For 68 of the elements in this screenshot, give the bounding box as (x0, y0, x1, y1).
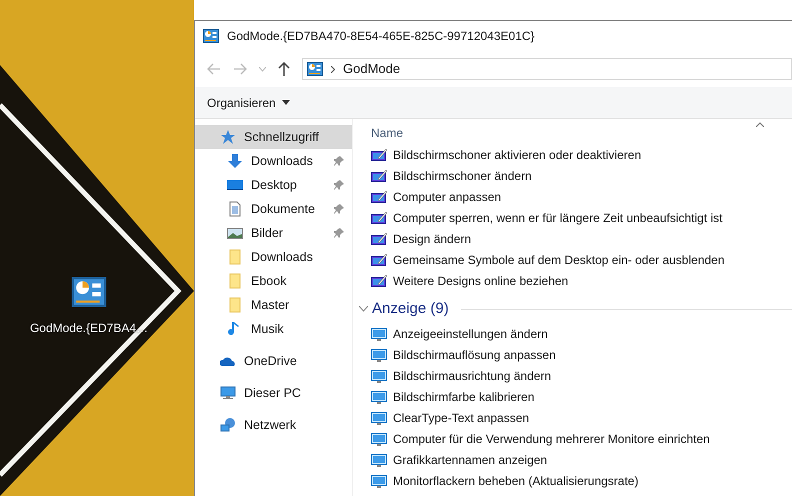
nav-item[interactable]: Desktop (195, 173, 352, 197)
nav-item[interactable]: Ebook (195, 269, 352, 293)
back-arrow-icon[interactable] (207, 63, 221, 75)
control-panel-icon (307, 62, 323, 76)
network-icon (220, 417, 236, 433)
nav-item[interactable]: Dokumente (195, 197, 352, 221)
nav-item[interactable]: Bilder (195, 221, 352, 245)
monitor-brush-icon (371, 210, 387, 224)
list-item[interactable]: Bildschirmfarbe kalibrieren (371, 386, 792, 407)
monitor-icon (371, 474, 387, 488)
monitor-icon (371, 432, 387, 446)
list-item[interactable]: Computer sperren, wenn er für längere Zeit unbeaufsichtigt ist (371, 207, 792, 228)
nav-item[interactable]: OneDrive (195, 349, 352, 373)
monitor-icon (371, 410, 387, 424)
list-item[interactable]: Bildschirmschoner aktivieren oder deaktivieren (371, 144, 792, 165)
list-item[interactable]: Grafikkartennamen anzeigen (371, 449, 792, 470)
organize-menu-button[interactable]: Organisieren (207, 94, 290, 112)
sort-caret-icon (756, 122, 764, 127)
monitor-icon (371, 368, 387, 382)
chevron-down-icon[interactable] (259, 66, 266, 72)
monitor-brush-icon (371, 232, 387, 246)
nav-item[interactable]: Downloads (195, 149, 352, 173)
nav-item[interactable]: Master (195, 293, 352, 317)
list-item[interactable]: ClearType-Text anpassen (371, 407, 792, 428)
column-header[interactable]: Name (371, 124, 792, 144)
up-arrow-icon[interactable] (278, 62, 290, 76)
list-item[interactable]: Bildschirmausrichtung ändern (371, 365, 792, 386)
nav-item[interactable]: Dieser PC (195, 381, 352, 405)
list-item[interactable]: Design ändern (371, 228, 792, 249)
monitor-brush-icon (371, 168, 387, 182)
picture-icon (227, 225, 243, 241)
down-arrow-icon (227, 153, 243, 169)
list-item[interactable]: Anzeigeeinstellungen ändern (371, 323, 792, 344)
list-item[interactable]: Gemeinsame Symbole auf dem Desktop ein- oder ausblenden (371, 249, 792, 270)
chevron-down-icon[interactable] (359, 306, 368, 312)
nav-item[interactable]: Schnellzugriff (195, 125, 352, 149)
window-title: GodMode.{ED7BA470-8E54-465E-825C-99712043E01C} (227, 28, 535, 45)
monitor-icon (220, 385, 236, 401)
monitor-icon (371, 326, 387, 340)
list-item[interactable]: Bildschirmschoner ändern (371, 165, 792, 186)
group-header[interactable]: Anzeige (9) (372, 298, 449, 320)
monitor-icon (371, 348, 387, 362)
list-item[interactable]: Computer anpassen (371, 186, 792, 207)
folder-icon (227, 297, 243, 313)
star-icon (220, 129, 236, 145)
list-item[interactable]: Weitere Designs online beziehen (371, 270, 792, 291)
monitor-icon (371, 390, 387, 404)
document-icon (227, 201, 243, 217)
folder-icon (227, 273, 243, 289)
chevron-right-icon (331, 66, 335, 72)
nav-item[interactable]: Musik (195, 317, 352, 341)
list-item[interactable]: Computer für die Verwendung mehrerer Monitore einrichten (371, 428, 792, 449)
nav-item[interactable]: Downloads (195, 245, 352, 269)
monitor-icon (371, 452, 387, 466)
monitor-brush-icon (371, 148, 387, 162)
desktop-icon (227, 177, 243, 193)
control-panel-icon (203, 29, 219, 43)
caret-icon (282, 100, 290, 105)
list-item[interactable]: Bildschirmauflösung anpassen (371, 344, 792, 365)
nav-item[interactable]: Netzwerk (195, 413, 352, 437)
list-item[interactable]: Monitorflackern beheben (Aktualisierungsrate) (371, 470, 792, 491)
monitor-brush-icon (371, 274, 387, 288)
forward-arrow-icon[interactable] (233, 63, 247, 75)
folder-icon (227, 249, 243, 265)
monitor-brush-icon (371, 252, 387, 266)
monitor-brush-icon (371, 190, 387, 204)
breadcrumb[interactable]: GodMode (343, 59, 400, 79)
address-bar[interactable]: GodMode (302, 58, 792, 80)
